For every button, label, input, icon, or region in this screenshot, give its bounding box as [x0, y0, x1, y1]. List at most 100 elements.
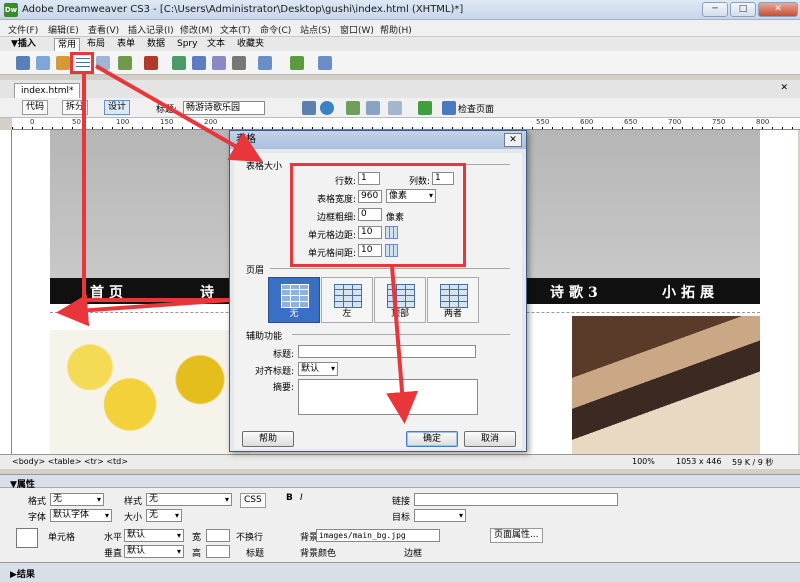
validate-markup-icon[interactable]	[418, 101, 432, 115]
link-input[interactable]	[414, 493, 618, 506]
link-label: 链接	[392, 497, 411, 507]
tab-data[interactable]: 数据	[144, 38, 168, 51]
table-no-header-icon	[281, 284, 309, 308]
vert-select[interactable]: 默认	[124, 545, 184, 558]
refresh-icon[interactable]	[346, 101, 360, 115]
document-tab[interactable]: index.html*	[14, 83, 81, 98]
insert-toggle[interactable]: ▼插入	[8, 38, 39, 51]
summary-textarea[interactable]	[298, 379, 478, 415]
tab-layout[interactable]: 布局	[84, 38, 108, 51]
hyperlink-icon[interactable]	[16, 56, 30, 70]
menu-insert[interactable]: 插入记录(I)	[128, 23, 174, 36]
window-title: Adobe Dreamweaver CS3 - [C:\Users\Admini…	[22, 4, 464, 15]
format-label: 格式	[28, 497, 47, 507]
email-link-icon[interactable]	[36, 56, 50, 70]
script-icon[interactable]	[258, 56, 272, 70]
close-button[interactable]: ✕	[758, 2, 798, 17]
head-icon[interactable]	[232, 56, 246, 70]
status-bar: <body> <table> <tr> <td> 100% 1053 x 446…	[0, 454, 800, 469]
tag-chooser-icon[interactable]	[318, 56, 332, 70]
page-properties-button[interactable]: 页面属性...	[490, 528, 543, 543]
view-options-icon[interactable]	[366, 101, 380, 115]
align-caption-select[interactable]: 默认	[298, 362, 338, 376]
format-select[interactable]: 无	[50, 493, 104, 506]
section-divider	[270, 268, 510, 269]
accessibility-section: 辅助功能	[246, 332, 283, 342]
properties-header[interactable]: ▼属性	[0, 474, 800, 490]
check-page-icon[interactable]	[442, 101, 456, 115]
maximize-button[interactable]: □	[730, 2, 756, 17]
page-title-input[interactable]: 畅游诗歌乐园	[183, 101, 265, 115]
header-options: 无 左 顶部 两者	[268, 277, 480, 323]
design-view-button[interactable]: 设计	[104, 100, 131, 115]
table-size-section: 表格大小	[246, 162, 283, 172]
style-select[interactable]: 无	[146, 493, 232, 506]
date-icon[interactable]	[172, 56, 186, 70]
header-none-option[interactable]: 无	[268, 277, 320, 323]
comment-icon[interactable]	[212, 56, 226, 70]
section-divider	[292, 334, 510, 335]
split-view-button[interactable]: 拆分	[62, 100, 89, 115]
target-select[interactable]	[414, 509, 466, 522]
menu-text[interactable]: 文本(T)	[220, 23, 251, 36]
file-management-icon[interactable]	[302, 101, 316, 115]
header-left-option[interactable]: 左	[321, 277, 373, 323]
header-option-label: 无	[289, 309, 299, 319]
italic-button[interactable]: I	[300, 493, 303, 503]
style-label: 样式	[124, 497, 143, 507]
size-select[interactable]: 无	[146, 509, 182, 522]
nav-extension: 小拓展	[662, 285, 719, 301]
window-size[interactable]: 1053 x 446	[676, 457, 721, 466]
tab-common[interactable]: 常用	[54, 38, 81, 51]
menu-view[interactable]: 查看(V)	[88, 23, 119, 36]
width-input[interactable]	[206, 529, 230, 542]
minimize-button[interactable]: ─	[702, 2, 728, 17]
visual-aids-icon[interactable]	[388, 101, 402, 115]
ruler-tick: 800	[756, 118, 770, 126]
tab-favorites[interactable]: 收藏夹	[234, 38, 267, 51]
help-button[interactable]: 帮助	[242, 431, 294, 447]
table-left-header-icon	[334, 284, 362, 308]
height-input[interactable]	[206, 545, 230, 558]
tab-text[interactable]: 文本	[204, 38, 228, 51]
header-both-option[interactable]: 两者	[427, 277, 479, 323]
caption-input[interactable]	[298, 345, 476, 358]
tab-spry[interactable]: Spry	[174, 38, 200, 51]
close-document-icon[interactable]: ✕	[780, 83, 788, 93]
menu-modify[interactable]: 修改(M)	[180, 23, 213, 36]
named-anchor-icon[interactable]	[56, 56, 70, 70]
menu-site[interactable]: 站点(S)	[300, 23, 331, 36]
code-view-button[interactable]: 代码	[22, 100, 49, 115]
menu-window[interactable]: 窗口(W)	[340, 23, 374, 36]
menu-help[interactable]: 帮助(H)	[380, 23, 412, 36]
ok-button[interactable]: 确定	[406, 431, 458, 447]
zoom-select[interactable]: 100%	[632, 457, 655, 466]
results-title: ▶结果	[10, 570, 35, 580]
image-icon[interactable]	[118, 56, 132, 70]
table-size-highlight	[290, 163, 466, 267]
templates-icon[interactable]	[290, 56, 304, 70]
cancel-button[interactable]: 取消	[464, 431, 516, 447]
preview-browser-icon[interactable]	[320, 101, 334, 115]
header-top-option[interactable]: 顶部	[374, 277, 426, 323]
css-button[interactable]: CSS	[240, 493, 266, 508]
align-caption-label: 对齐标题:	[254, 367, 294, 377]
results-panel-header[interactable]: ▶结果	[0, 562, 800, 582]
table-cell-icon	[16, 528, 38, 548]
menu-commands[interactable]: 命令(C)	[260, 23, 291, 36]
menu-edit[interactable]: 编辑(E)	[48, 23, 79, 36]
horz-select[interactable]: 默认	[124, 529, 184, 542]
check-page-button[interactable]: 检查页面	[458, 102, 494, 115]
div-tag-icon[interactable]	[96, 56, 110, 70]
ruler-tick: 700	[668, 118, 682, 126]
tag-selector[interactable]: <body> <table> <tr> <td>	[12, 457, 128, 466]
font-select[interactable]: 默认字体	[50, 509, 112, 522]
dialog-close-button[interactable]: ✕	[504, 133, 522, 147]
media-icon[interactable]	[144, 56, 158, 70]
bg-image-input[interactable]: images/main_bg.jpg	[316, 529, 440, 542]
bold-button[interactable]: B	[286, 493, 293, 503]
tab-forms[interactable]: 表单	[114, 38, 138, 51]
server-include-icon[interactable]	[192, 56, 206, 70]
menu-file[interactable]: 文件(F)	[8, 23, 38, 36]
properties-panel: 格式 无 样式 无 CSS B I 链接 字体 默认字体 大小 无 目标 单元格…	[0, 488, 800, 562]
